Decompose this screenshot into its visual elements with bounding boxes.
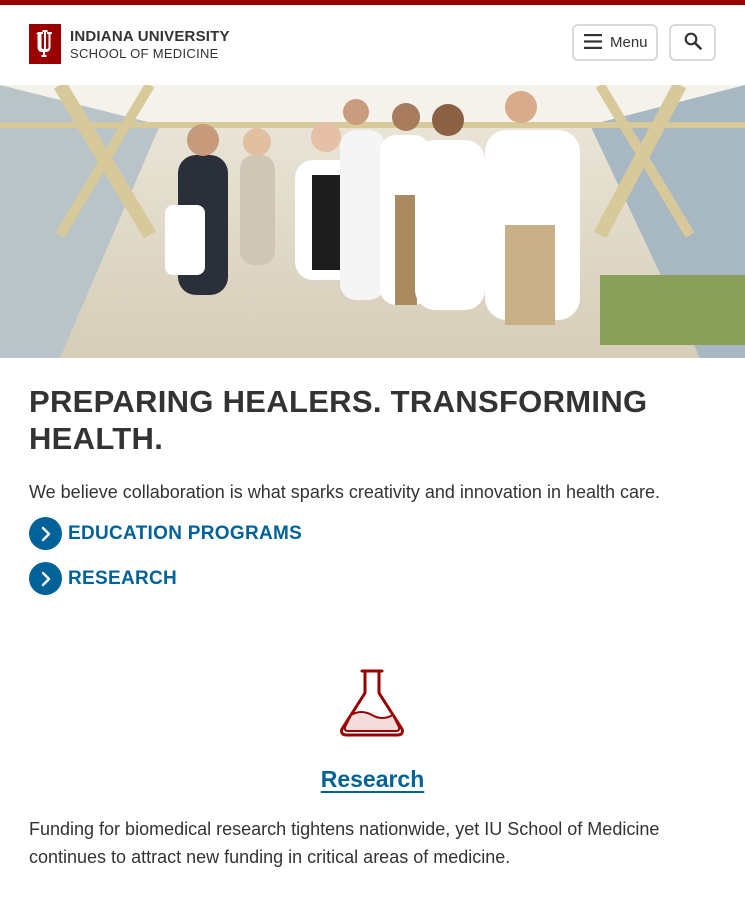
hero-photo: [0, 85, 745, 358]
page-headline: PREPARING HEALERS. TRANSFORMING HEALTH.: [29, 384, 648, 456]
logo-university-name: INDIANA UNIVERSITY: [70, 27, 230, 45]
hamburger-icon: [584, 33, 602, 52]
search-button[interactable]: [669, 24, 716, 61]
intro-text: We believe collaboration is what sparks …: [29, 482, 661, 502]
flask-icon: [336, 667, 408, 739]
search-icon: [684, 32, 702, 53]
research-card-title: Research: [0, 766, 745, 794]
site-header: INDIANA UNIVERSITY SCHOOL OF MEDICINE Me…: [0, 5, 745, 85]
menu-button[interactable]: Menu: [572, 24, 658, 61]
logo-school-name: SCHOOL OF MEDICINE: [70, 45, 219, 61]
logo-wordmark: INDIANA UNIVERSITY SCHOOL OF MEDICINE: [70, 29, 230, 60]
research-card-body: Funding for biomedical research tightens…: [29, 819, 660, 867]
menu-label: Menu: [610, 34, 648, 51]
education-programs-link[interactable]: EDUCATION PROGRAMS: [29, 517, 302, 550]
research-link[interactable]: RESEARCH: [29, 562, 177, 595]
research-label: RESEARCH: [68, 567, 178, 589]
trident-logo-icon: [29, 24, 61, 64]
chevron-right-icon: [29, 562, 62, 595]
hero-photo-illustration: [0, 85, 745, 358]
iu-logo-link[interactable]: INDIANA UNIVERSITY SCHOOL OF MEDICINE: [29, 24, 230, 64]
education-programs-label: EDUCATION PROGRAMS: [68, 522, 303, 544]
research-card-link[interactable]: Research: [321, 766, 425, 792]
chevron-right-icon: [29, 517, 62, 550]
